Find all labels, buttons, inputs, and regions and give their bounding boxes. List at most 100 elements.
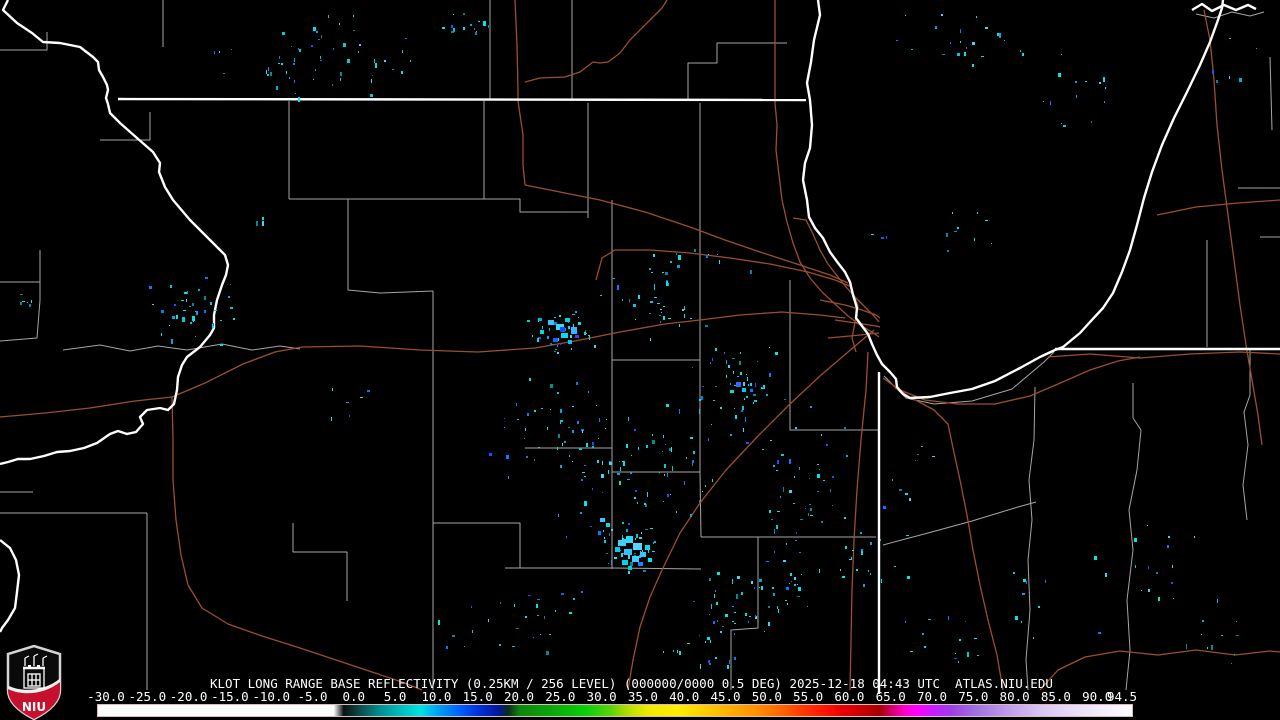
radar-echo <box>230 284 231 285</box>
radar-echo <box>172 316 175 319</box>
radar-echo <box>750 383 752 386</box>
radar-echo <box>195 311 196 312</box>
colorbar-tick-label: 5.0 <box>383 689 407 704</box>
radar-echo <box>298 97 300 102</box>
radar-echo <box>604 537 605 539</box>
radar-echo <box>1194 536 1195 538</box>
radar-echo <box>617 473 620 475</box>
radar-echo <box>604 540 606 543</box>
radar-echo <box>279 56 280 59</box>
radar-echo <box>1212 70 1214 74</box>
radar-echo <box>665 444 666 445</box>
radar-echo <box>795 540 797 541</box>
radar-echo <box>560 420 563 422</box>
radar-echo <box>724 352 725 354</box>
radar-echo <box>957 53 960 56</box>
radar-echo <box>554 351 556 352</box>
radar-echo <box>776 525 778 529</box>
radar-echo <box>632 556 639 562</box>
radar-echo <box>353 30 355 31</box>
radar-echo <box>1038 606 1040 608</box>
radar-echo <box>489 453 492 456</box>
radar-echo <box>907 576 910 579</box>
radar-echo <box>451 25 453 28</box>
radar-echo <box>650 338 651 341</box>
road-line <box>0 346 303 418</box>
radar-echo <box>711 604 712 609</box>
radar-echo <box>794 584 796 586</box>
radar-echo <box>673 650 674 652</box>
radar-echo <box>881 237 884 239</box>
radar-echo <box>881 579 882 583</box>
radar-echo <box>546 651 549 655</box>
radar-echo <box>708 438 709 441</box>
radar-echo <box>794 476 795 478</box>
radar-echo <box>740 352 741 354</box>
radar-echo <box>793 503 795 504</box>
state-border-line <box>0 539 21 633</box>
radar-echo <box>799 552 801 553</box>
radar-echo <box>713 621 715 624</box>
road-line <box>849 351 869 691</box>
radar-echo <box>821 434 822 436</box>
radar-echo <box>358 51 359 53</box>
colorbar-tick-label: 94.5 <box>1106 689 1138 704</box>
radar-echo <box>905 493 908 495</box>
radar-echo <box>628 571 630 574</box>
radar-echo <box>453 14 454 15</box>
radar-echo <box>478 21 480 22</box>
radar-echo <box>1076 95 1077 98</box>
radar-echo <box>650 301 653 303</box>
radar-echo <box>734 408 735 409</box>
radar-echo <box>717 572 720 575</box>
radar-echo <box>692 367 693 368</box>
radar-echo <box>1085 81 1087 82</box>
radar-echo <box>954 231 955 232</box>
radar-echo <box>733 371 734 374</box>
colorbar-tick-label: 70.0 <box>916 689 948 704</box>
radar-echo <box>230 307 233 309</box>
radar-echo <box>1202 620 1204 622</box>
radar-echo <box>774 529 775 534</box>
radar-echo <box>619 461 620 462</box>
radar-echo <box>1256 48 1257 49</box>
radar-echo <box>770 440 772 441</box>
radar-echo <box>669 448 671 451</box>
radar-echo <box>472 630 473 632</box>
road-line <box>1039 649 1280 691</box>
radar-echo <box>870 542 872 545</box>
radar-echo <box>1156 572 1158 574</box>
reflectivity-colorbar <box>97 704 1133 717</box>
radar-echo <box>775 352 778 355</box>
radar-echo <box>846 455 848 457</box>
radar-echo <box>634 553 636 554</box>
radar-echo <box>291 46 292 47</box>
radar-echo <box>512 646 515 647</box>
radar-echo <box>526 456 528 458</box>
radar-echo <box>29 304 31 307</box>
niu-logo: NIU <box>6 645 62 720</box>
radar-echo <box>667 494 669 497</box>
radar-echo <box>730 383 731 385</box>
radar-echo <box>475 32 477 35</box>
radar-echo <box>653 542 654 544</box>
radar-echo <box>773 465 775 467</box>
radar-app: KLOT LONG RANGE BASE REFLECTIVITY (0.25K… <box>0 0 1280 720</box>
radar-echo <box>339 23 340 25</box>
radar-echo <box>1015 616 1018 620</box>
radar-echo <box>360 397 363 398</box>
radar-echo <box>861 549 863 551</box>
radar-echo <box>679 409 680 414</box>
radar-echo <box>635 490 637 492</box>
radar-echo <box>753 402 754 404</box>
radar-echo <box>293 63 295 65</box>
radar-echo <box>622 522 624 524</box>
radar-echo <box>210 302 212 305</box>
state-border-line <box>117 97 807 102</box>
radar-echo <box>527 320 530 322</box>
colorbar-tick-label: 25.0 <box>545 689 576 704</box>
radar-echo <box>924 646 926 648</box>
colorbar-tick-label: 60.0 <box>834 689 865 704</box>
radar-echo <box>174 304 176 306</box>
radar-echo <box>189 306 191 307</box>
